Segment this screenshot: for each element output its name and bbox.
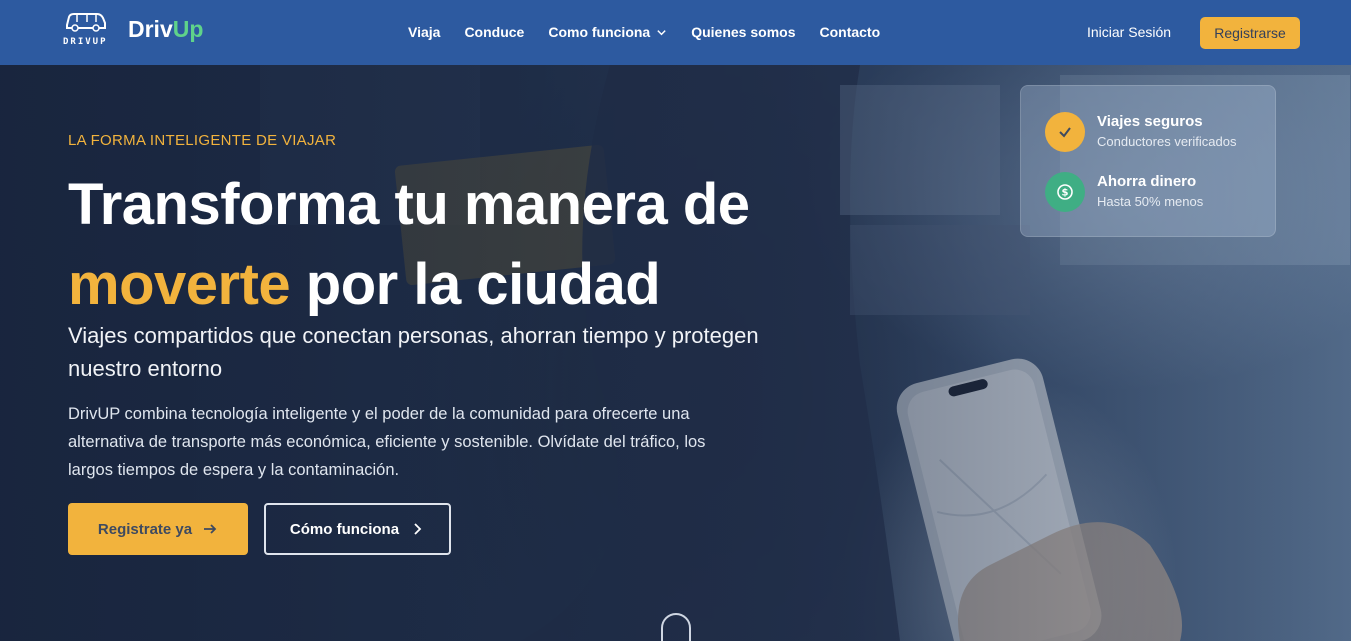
hero-subheading: Viajes compartidos que conectan personas… <box>68 323 759 381</box>
brand-name-part2: Up <box>172 15 204 42</box>
logo-text: DRIVUP <box>63 37 108 47</box>
hero-headline: Transforma tu manera de moverte por la c… <box>68 165 848 325</box>
feature-title: Ahorra dinero <box>1097 173 1197 190</box>
chevron-down-icon <box>657 29 666 35</box>
nav-link-quienes-somos[interactable]: Quienes somos <box>691 24 795 40</box>
arrow-right-icon <box>204 524 217 534</box>
main-nav: Viaja Conduce Como funciona Quienes somo… <box>408 24 880 40</box>
register-now-button[interactable]: Registrate ya <box>68 503 248 555</box>
feature-save-money: $ Ahorra dinero Hasta 50% menos <box>1045 172 1203 212</box>
how-it-works-button[interactable]: Cómo funciona <box>264 503 451 555</box>
headline-highlight: moverte <box>68 252 291 317</box>
nav-dropdown-como-funciona[interactable]: Como funciona <box>548 24 667 40</box>
feature-subtitle: Hasta 50% menos <box>1097 194 1204 209</box>
login-link[interactable]: Iniciar Sesión <box>1087 24 1171 40</box>
chevron-right-icon <box>414 523 422 535</box>
feature-safe-trips: Viajes seguros Conductores verificados <box>1045 112 1236 152</box>
brand-name: DrivUp <box>128 16 203 43</box>
hero-section: LA FORMA INTELIGENTE DE VIAJAR Transform… <box>0 65 1351 641</box>
features-card: Viajes seguros Conductores verificados $… <box>1020 85 1276 237</box>
brand-name-part1: Driv <box>128 15 173 42</box>
register-button[interactable]: Registrarse <box>1200 17 1300 49</box>
feature-title: Viajes seguros <box>1097 113 1203 130</box>
top-navbar: DRIVUP DrivUp Viaja Conduce Como funcion… <box>0 0 1351 65</box>
logo[interactable]: DRIVUP DrivUp <box>60 8 203 50</box>
feature-subtitle: Conductores verificados <box>1097 134 1237 149</box>
register-now-label: Registrate ya <box>97 520 193 538</box>
nav-link-conduce[interactable]: Conduce <box>464 24 524 40</box>
svg-text:$: $ <box>1062 188 1069 199</box>
hero-description: DrivUP combina tecnología inteligente y … <box>68 405 706 479</box>
hero-eyebrow: LA FORMA INTELIGENTE DE VIAJAR <box>68 132 337 149</box>
how-it-works-label: Cómo funciona <box>289 520 400 538</box>
check-icon <box>1045 112 1085 152</box>
van-logo-icon: DRIVUP <box>60 8 110 50</box>
nav-link-contacto[interactable]: Contacto <box>819 24 880 40</box>
headline-line2: por la ciudad <box>305 252 661 317</box>
headline-line1: Transforma tu manera de <box>68 172 750 237</box>
scroll-indicator[interactable] <box>661 613 691 641</box>
dollar-icon: $ <box>1045 172 1085 212</box>
nav-link-viaja[interactable]: Viaja <box>408 24 440 40</box>
nav-link-label: Como funciona <box>548 24 651 40</box>
